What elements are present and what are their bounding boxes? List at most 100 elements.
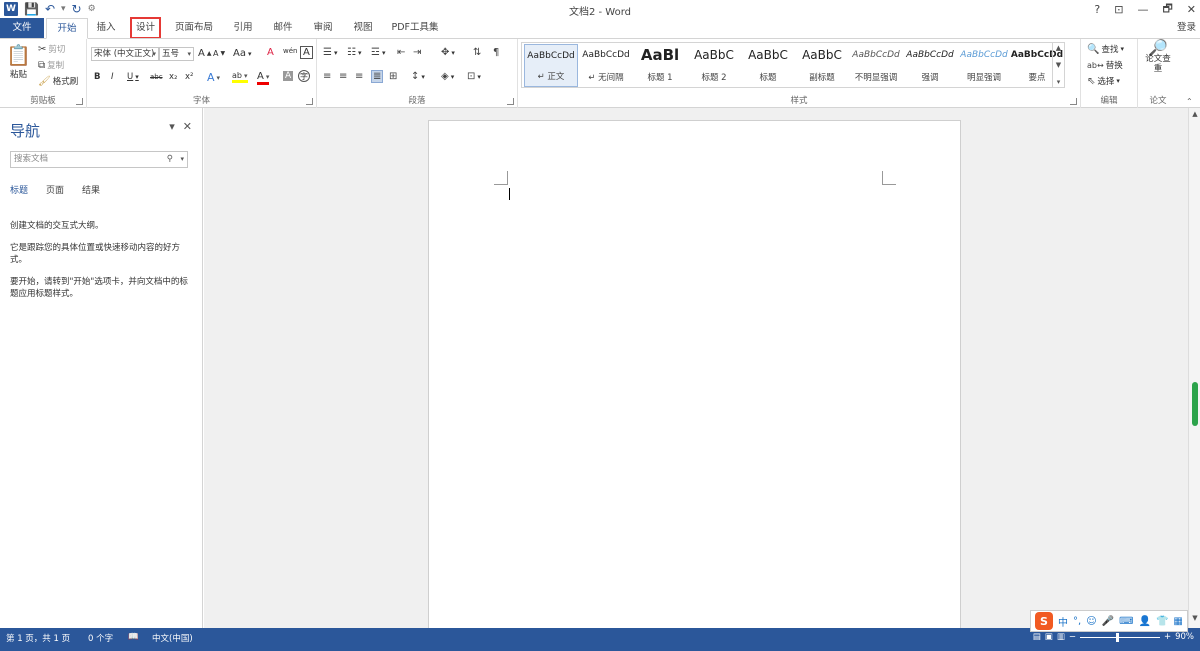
subscript-button[interactable]: x₂ — [169, 72, 177, 82]
chevron-up-icon[interactable]: ▲ — [1056, 44, 1061, 52]
format-painter-button[interactable]: 🖌 格式刷 — [38, 75, 78, 88]
increase-indent-button[interactable]: ⇥ — [413, 47, 421, 58]
font-color-button[interactable]: A ▾ — [257, 71, 270, 85]
italic-button[interactable]: I — [111, 72, 114, 82]
minimize-icon[interactable]: — — [1137, 3, 1148, 16]
scroll-thumb[interactable] — [1192, 382, 1198, 426]
align-left-button[interactable]: ≡ — [323, 71, 331, 82]
language-status[interactable]: 中文(中国) — [152, 632, 193, 644]
char-shading-button[interactable]: A — [283, 71, 294, 81]
ime-emoji-icon[interactable]: ☺ — [1086, 616, 1096, 627]
zoom-slider-thumb[interactable] — [1115, 632, 1119, 642]
paragraph-launcher-icon[interactable] — [507, 98, 514, 105]
select-button[interactable]: ⇖ 选择 ▾ — [1087, 75, 1120, 88]
ime-user-icon[interactable]: 👤 — [1139, 616, 1151, 627]
shrink-font-button[interactable]: A ▼ — [213, 49, 225, 58]
font-name-select[interactable]: 宋体 (中文正文) ▾ — [91, 47, 159, 61]
scroll-up-icon[interactable]: ▲ — [1189, 110, 1200, 122]
tab-mailings[interactable]: 邮件 — [266, 18, 300, 38]
font-size-select[interactable]: 五号 ▾ — [159, 47, 194, 61]
font-launcher-icon[interactable] — [306, 98, 313, 105]
bullets-button[interactable]: ☰ ▾ — [323, 47, 337, 58]
align-center-button[interactable]: ≡ — [339, 71, 347, 82]
nav-close-icon[interactable]: ✕ — [183, 120, 192, 133]
multilevel-list-button[interactable]: ☲ ▾ — [371, 47, 385, 58]
shading-button[interactable]: ◈ ▾ — [441, 71, 454, 82]
nav-options-icon[interactable]: ▾ — [169, 120, 175, 133]
style-subtitle[interactable]: AaBbC 副标题 — [795, 44, 849, 87]
paste-button[interactable]: 📋 粘贴 — [6, 43, 31, 80]
ime-keyboard-icon[interactable]: ⌨ — [1119, 616, 1133, 627]
decrease-indent-button[interactable]: ⇤ — [397, 47, 405, 58]
help-icon[interactable]: ? — [1094, 3, 1100, 16]
styles-launcher-icon[interactable] — [1070, 98, 1077, 105]
show-marks-button[interactable]: ¶ — [493, 47, 499, 58]
chevron-down-icon[interactable]: ▼ — [1056, 61, 1061, 69]
scroll-down-icon[interactable]: ▼ — [1189, 614, 1200, 626]
restore-icon[interactable]: 🗗 — [1162, 0, 1172, 19]
underline-button[interactable]: U ▾ — [127, 72, 139, 82]
phonetic-guide-button[interactable]: wén — [283, 47, 297, 55]
line-spacing-button[interactable]: ↕ ▾ — [411, 71, 425, 82]
find-button[interactable]: 🔍 查找 ▾ — [1087, 43, 1124, 56]
word-count-status[interactable]: 0 个字 — [88, 632, 113, 644]
style-no-spacing[interactable]: AaBbCcDd ↵ 无间隔 — [579, 44, 633, 87]
justify-button[interactable]: ≣ — [371, 70, 384, 83]
ime-punct-icon[interactable]: °, — [1073, 616, 1081, 627]
zoom-out-button[interactable]: − — [1069, 632, 1076, 642]
paper-check-button[interactable]: 🔎 论文查重 — [1145, 40, 1171, 75]
ime-tools-icon[interactable]: ▦ — [1173, 616, 1182, 627]
change-case-button[interactable]: Aa ▾ — [233, 48, 251, 59]
page-count-status[interactable]: 第 1 页，共 1 页 — [6, 632, 70, 644]
sogou-logo-icon[interactable]: S — [1035, 612, 1053, 630]
tab-page-layout[interactable]: 页面布局 — [168, 18, 220, 38]
login-link[interactable]: 登录 — [1177, 18, 1196, 38]
asian-layout-button[interactable]: ✥ ▾ — [441, 47, 455, 58]
nav-tab-headings[interactable]: 标题 — [10, 183, 28, 196]
clear-format-button[interactable]: A — [267, 47, 274, 58]
distributed-button[interactable]: ⊞ — [389, 71, 397, 82]
style-heading-1[interactable]: AaBl 标题 1 — [633, 44, 687, 87]
ribbon-display-icon[interactable]: ⊡ — [1114, 3, 1123, 16]
more-styles-icon[interactable]: ▾ — [1057, 78, 1061, 86]
strikethrough-button[interactable]: abc — [150, 73, 163, 81]
read-mode-icon[interactable]: ▤ — [1033, 632, 1041, 642]
styles-gallery-scroll[interactable]: ▲ ▼ ▾ — [1052, 43, 1064, 87]
highlight-button[interactable]: ab ▾ — [232, 71, 248, 83]
style-intense-emphasis[interactable]: AaBbCcDd 明显强调 — [957, 44, 1011, 87]
nav-search-input[interactable]: 搜索文档 ⚲ ▾ — [10, 151, 188, 168]
chevron-down-icon[interactable]: ▾ — [180, 152, 184, 167]
tab-pdf-tools[interactable]: PDF工具集 — [386, 18, 444, 38]
tab-insert[interactable]: 插入 — [88, 18, 124, 38]
close-icon[interactable]: ✕ — [1187, 3, 1196, 16]
ime-skin-icon[interactable]: 👕 — [1156, 616, 1168, 627]
tab-home[interactable]: 开始 — [46, 18, 88, 39]
tab-file[interactable]: 文件 — [0, 18, 44, 38]
grow-font-button[interactable]: A ▲ — [198, 48, 211, 59]
tab-view[interactable]: 视图 — [346, 18, 380, 38]
style-title[interactable]: AaBbC 标题 — [741, 44, 795, 87]
align-right-button[interactable]: ≡ — [355, 71, 363, 82]
web-layout-icon[interactable]: ▥ — [1057, 632, 1065, 642]
search-icon[interactable]: ⚲ — [167, 152, 173, 167]
style-subtle-emphasis[interactable]: AaBbCcDd 不明显强调 — [849, 44, 903, 87]
tab-review[interactable]: 审阅 — [306, 18, 340, 38]
print-layout-icon[interactable]: ▣ — [1045, 632, 1053, 642]
text-effects-button[interactable]: A ▾ — [207, 71, 220, 84]
ime-voice-icon[interactable]: 🎤 — [1102, 616, 1114, 627]
numbering-button[interactable]: ☷ ▾ — [347, 47, 361, 58]
document-page[interactable] — [428, 120, 961, 640]
nav-tab-results[interactable]: 结果 — [82, 183, 100, 196]
collapse-ribbon-icon[interactable]: ⌃ — [1186, 97, 1193, 106]
clipboard-launcher-icon[interactable] — [76, 98, 83, 105]
nav-tab-pages[interactable]: 页面 — [46, 183, 64, 196]
vertical-scrollbar[interactable]: ▲ ▼ — [1188, 108, 1200, 628]
cut-button[interactable]: ✂ 剪切 — [38, 43, 65, 56]
tab-references[interactable]: 引用 — [226, 18, 260, 38]
superscript-button[interactable]: x² — [185, 72, 193, 82]
copy-button[interactable]: ⧉ 复制 — [38, 59, 64, 72]
char-border-button[interactable]: A — [300, 46, 313, 59]
zoom-level[interactable]: 90% — [1175, 632, 1194, 642]
replace-button[interactable]: ab↔ 替换 — [1087, 59, 1123, 72]
enclose-char-button[interactable]: 字 — [298, 70, 310, 82]
